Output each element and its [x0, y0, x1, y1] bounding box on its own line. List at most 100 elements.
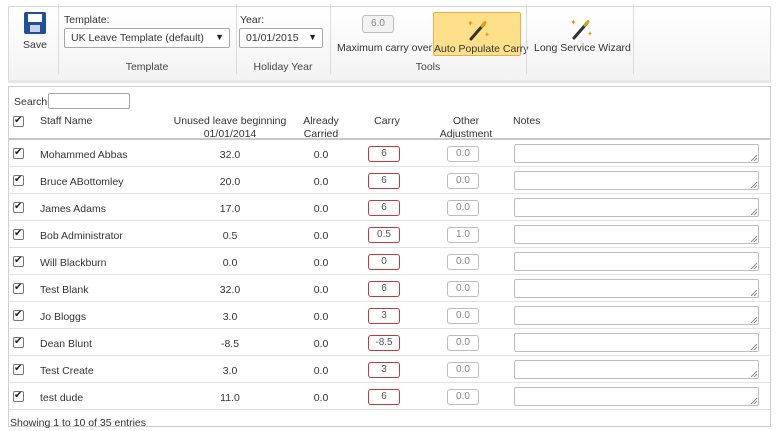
staff-name: Test Create — [40, 365, 94, 377]
column-header-staff-name[interactable]: Staff Name — [40, 115, 92, 128]
already-carried-value: 0.0 — [313, 203, 329, 215]
notes-textarea[interactable] — [514, 171, 759, 190]
save-icon — [24, 12, 46, 34]
row-checkbox[interactable] — [13, 362, 24, 376]
other-adjustment-input[interactable]: 0.0 — [447, 254, 479, 270]
unused-leave-value: -8.5 — [220, 338, 240, 350]
notes-textarea[interactable] — [514, 144, 759, 163]
already-carried-value: 0.0 — [313, 230, 329, 242]
carry-input[interactable]: 6 — [368, 200, 400, 216]
staff-name: Bruce ABottomley — [40, 176, 124, 188]
svg-text:✦: ✦ — [570, 18, 577, 27]
row-checkbox[interactable] — [13, 173, 24, 187]
chevron-down-icon: ▼ — [308, 32, 317, 42]
row-checkbox[interactable] — [13, 146, 24, 160]
carry-input[interactable]: 6 — [368, 173, 400, 189]
chevron-down-icon: ▼ — [215, 32, 224, 42]
template-select-value: UK Leave Template (default) — [71, 32, 204, 44]
group-separator — [633, 4, 634, 74]
notes-textarea[interactable] — [514, 198, 759, 217]
other-adjustment-input[interactable]: 0.0 — [447, 362, 479, 378]
row-checkbox[interactable] — [13, 389, 24, 403]
auto-populate-carry-button[interactable]: ✦ ✦ Auto Populate Carry — [433, 12, 529, 56]
already-carried-value: 0.0 — [313, 338, 329, 350]
table-row: Jo Bloggs 3.0 0.0 3 0.0 — [9, 302, 770, 329]
other-adjustment-input[interactable]: 0.0 — [447, 281, 479, 297]
magic-wand-icon: ✦ ✦ — [467, 19, 490, 41]
table-row: Test Blank 32.0 0.0 6 0.0 — [9, 275, 770, 302]
carry-input[interactable]: -8.5 — [368, 335, 400, 351]
svg-text:✦: ✦ — [467, 19, 474, 28]
column-header-other-line1: Other — [452, 115, 480, 127]
column-header-carry[interactable]: Carry — [364, 115, 410, 128]
staff-name: Bob Administrator — [40, 230, 123, 242]
template-select[interactable]: UK Leave Template (default) ▼ — [64, 28, 230, 48]
unused-leave-value: 11.0 — [220, 392, 240, 404]
row-checkbox[interactable] — [13, 281, 24, 295]
notes-textarea[interactable] — [514, 252, 759, 271]
carry-input[interactable]: 0 — [368, 254, 400, 270]
staff-name: Will Blackburn — [40, 257, 107, 269]
row-checkbox[interactable] — [13, 308, 24, 322]
other-adjustment-input[interactable]: 0.0 — [447, 308, 479, 324]
notes-textarea[interactable] — [514, 387, 759, 406]
search-input[interactable] — [48, 93, 130, 109]
column-header-notes[interactable]: Notes — [513, 115, 540, 128]
auto-populate-carry-label: Auto Populate Carry — [434, 43, 529, 55]
table-row: James Adams 17.0 0.0 6 0.0 — [9, 194, 770, 221]
other-adjustment-input[interactable]: 0.0 — [447, 173, 479, 189]
notes-textarea[interactable] — [514, 279, 759, 298]
other-adjustment-input[interactable]: 0.0 — [447, 335, 479, 351]
long-service-wizard-button[interactable]: ✦ ✦ Long Service Wizard — [534, 12, 631, 56]
other-adjustment-input[interactable]: 0.0 — [447, 200, 479, 216]
row-checkbox[interactable] — [13, 254, 24, 268]
carry-input[interactable]: 6 — [368, 146, 400, 162]
notes-textarea[interactable] — [514, 333, 759, 352]
staff-name: Jo Bloggs — [40, 311, 87, 323]
carry-input[interactable]: 6 — [368, 281, 400, 297]
unused-leave-value: 0.5 — [222, 230, 238, 242]
notes-textarea[interactable] — [514, 306, 759, 325]
max-carry-input[interactable]: 6.0 — [362, 15, 394, 33]
ribbon-divider — [8, 80, 771, 83]
group-separator — [526, 4, 527, 74]
already-carried-value: 0.0 — [313, 284, 329, 296]
save-button-label: Save — [23, 39, 47, 51]
unused-leave-value: 32.0 — [219, 284, 241, 296]
staff-name: Mohammed Abbas — [40, 149, 128, 161]
other-adjustment-input[interactable]: 1.0 — [447, 227, 479, 243]
row-checkbox[interactable] — [13, 227, 24, 241]
tools-group-title: Tools — [415, 61, 441, 73]
table-footer: Showing 1 to 10 of 35 entries — [9, 409, 770, 429]
long-service-wizard-label: Long Service Wizard — [534, 42, 631, 54]
carry-input[interactable]: 0.5 — [368, 227, 400, 243]
other-adjustment-input[interactable]: 0.0 — [447, 146, 479, 162]
svg-text:✦: ✦ — [484, 31, 490, 39]
staff-name: James Adams — [40, 203, 106, 215]
table-row: Bruce ABottomley 20.0 0.0 6 0.0 — [9, 167, 770, 194]
unused-leave-value: 17.0 — [219, 203, 241, 215]
already-carried-value: 0.0 — [313, 149, 329, 161]
column-header-unused-line1: Unused leave beginning — [173, 115, 287, 127]
carry-input[interactable]: 3 — [368, 308, 400, 324]
year-label: Year: — [240, 14, 265, 26]
notes-textarea[interactable] — [514, 225, 759, 244]
entries-info: Showing 1 to 10 of 35 entries — [10, 417, 147, 429]
unused-leave-value: 3.0 — [222, 365, 238, 377]
unused-leave-value: 0.0 — [222, 257, 238, 269]
other-adjustment-input[interactable]: 0.0 — [447, 389, 479, 405]
row-checkbox[interactable] — [13, 335, 24, 349]
already-carried-value: 0.0 — [313, 311, 329, 323]
year-select[interactable]: 01/01/2015 ▼ — [239, 28, 323, 48]
staff-name: Dean Blunt — [40, 338, 92, 350]
carry-input[interactable]: 6 — [368, 389, 400, 405]
magic-wand-icon: ✦ ✦ — [570, 18, 593, 40]
already-carried-value: 0.0 — [313, 257, 329, 269]
select-all-checkbox[interactable] — [13, 114, 24, 128]
save-button[interactable]: Save — [18, 12, 52, 56]
notes-textarea[interactable] — [514, 360, 759, 379]
holiday-year-group-title: Holiday Year — [253, 61, 313, 73]
row-checkbox[interactable] — [13, 200, 24, 214]
unused-leave-value: 20.0 — [219, 176, 241, 188]
carry-input[interactable]: 3 — [368, 362, 400, 378]
